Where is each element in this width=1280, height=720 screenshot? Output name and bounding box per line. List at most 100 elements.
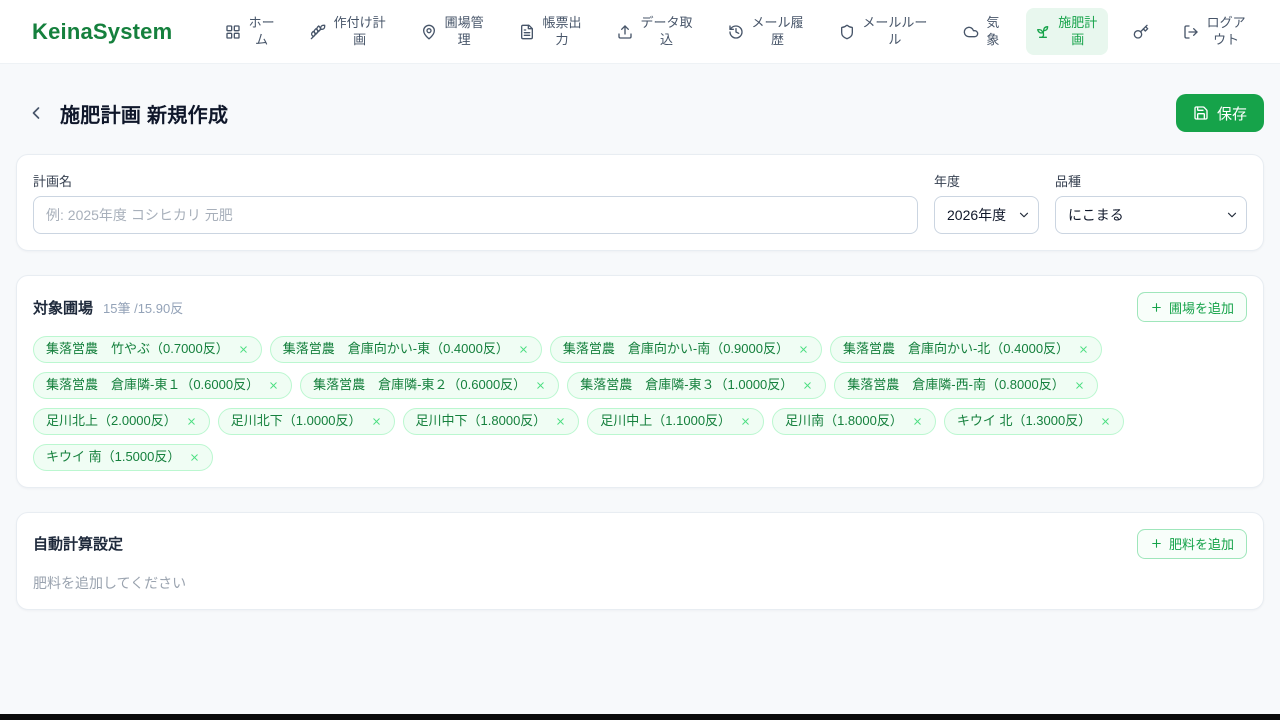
- sprout-icon: [1035, 24, 1051, 40]
- field-tag-label: 集落営農 倉庫隣-東３（1.0000反）: [580, 376, 794, 392]
- field-tag-label: 集落営農 竹やぶ（0.7000反）: [46, 341, 229, 356]
- field-tag-label: 足川中上（1.1000反）: [600, 412, 732, 428]
- target-fields-summary: 15筆 /15.90反: [103, 300, 184, 316]
- remove-field-icon[interactable]: [186, 416, 197, 427]
- remove-field-icon[interactable]: [740, 416, 751, 427]
- field-tag-label: 集落営農 倉庫隣-東１（0.6000反）: [46, 376, 260, 392]
- field-tag: 足川南（1.8000反）: [772, 407, 936, 435]
- add-field-button[interactable]: 圃場を追加: [1136, 292, 1247, 322]
- auto-calc-title: 自動計算設定: [33, 536, 124, 554]
- plan-name-input[interactable]: [33, 196, 918, 234]
- field-tag-label: 集落営農 倉庫向かい-北（0.4000反）: [842, 341, 1070, 356]
- remove-field-icon[interactable]: [238, 344, 249, 355]
- nav-item-weather[interactable]: 気象: [954, 8, 1010, 55]
- wheat-icon: [310, 24, 326, 40]
- nav-item-label: ホーム: [248, 15, 275, 47]
- field-tag: 集落営農 倉庫向かい-東（0.4000反）: [269, 336, 542, 363]
- save-button-label: 保存: [1216, 105, 1247, 123]
- auto-calc-empty-message: 肥料を追加してください: [33, 574, 187, 591]
- back-chevron-icon[interactable]: [26, 103, 46, 123]
- variety-select[interactable]: にこまる: [1055, 196, 1247, 234]
- nav-item-data-import[interactable]: データ取込: [608, 8, 703, 55]
- field-tag-label: キウイ 南（1.5000反）: [46, 448, 181, 464]
- remove-field-icon[interactable]: [912, 416, 923, 427]
- field-tag-label: 集落営農 倉庫隣-西-南（0.8000反）: [847, 376, 1065, 392]
- nav-item-label: 圃場管理: [444, 15, 484, 47]
- upload-icon: [617, 24, 633, 40]
- key-icon: [1133, 24, 1149, 40]
- target-fields-card: 対象圃場 15筆 /15.90反 圃場を追加 集落営農 竹やぶ（0.7000反）…: [16, 275, 1264, 488]
- field-tag: 集落営農 竹やぶ（0.7000反）: [33, 336, 262, 363]
- field-tag-label: 集落営農 倉庫向かい-東（0.4000反）: [282, 341, 509, 356]
- auto-calc-card: 自動計算設定 肥料を追加 肥料を追加してください: [16, 511, 1264, 610]
- add-fertilizer-button-label: 肥料を追加: [1168, 537, 1234, 553]
- field-tag: キウイ 南（1.5000反）: [33, 443, 214, 471]
- nav-item-fertilizer-plan[interactable]: 施肥計画: [1026, 8, 1108, 55]
- remove-field-icon[interactable]: [798, 344, 809, 355]
- field-tag-label: 集落営農 倉庫隣-東２（0.6000反）: [313, 376, 527, 392]
- remove-field-icon[interactable]: [1078, 344, 1089, 355]
- save-button[interactable]: 保存: [1175, 94, 1264, 132]
- field-tag-label: 足川北下（1.0000反）: [230, 412, 362, 428]
- variety-label: 品種: [1055, 174, 1082, 189]
- page-title: 施肥計画 新規作成: [60, 104, 229, 127]
- field-tag-label: 足川中下（1.8000反）: [415, 412, 547, 428]
- field-tag-label: 足川南（1.8000反）: [785, 412, 903, 428]
- nav-item-label: データ取込: [640, 15, 693, 47]
- map-pin-icon: [421, 24, 437, 40]
- page-header: 施肥計画 新規作成 保存: [16, 94, 1264, 132]
- field-tag: 足川北下（1.0000反）: [217, 407, 395, 435]
- logout-icon: [1183, 24, 1199, 40]
- history-icon: [728, 24, 744, 40]
- remove-field-icon[interactable]: [371, 416, 382, 427]
- nav-item-label: 帳票出力: [542, 15, 582, 47]
- field-tag-list: 集落営農 竹やぶ（0.7000反） 集落営農 倉庫向かい-東（0.4000反） …: [33, 336, 1247, 471]
- field-tag-label: 足川北上（2.0000反）: [46, 412, 177, 428]
- plan-name-label: 計画名: [33, 174, 73, 189]
- nav-item-planting-plan[interactable]: 作付け計画: [301, 8, 396, 55]
- remove-field-icon[interactable]: [189, 452, 200, 463]
- remove-field-icon[interactable]: [268, 380, 279, 391]
- remove-field-icon[interactable]: [1100, 416, 1111, 427]
- remove-field-icon[interactable]: [802, 380, 813, 391]
- nav-item-label: 施肥計画: [1058, 15, 1098, 47]
- add-field-button-label: 圃場を追加: [1168, 300, 1234, 316]
- field-tag: 集落営農 倉庫隣-東１（0.6000反）: [33, 371, 293, 399]
- field-tag: 足川北上（2.0000反）: [33, 407, 210, 435]
- nav-item-label: メール履歴: [751, 15, 804, 47]
- plus-icon: [1150, 301, 1163, 314]
- save-icon: [1193, 105, 1209, 121]
- year-select[interactable]: 2026年度: [934, 196, 1039, 234]
- target-fields-title: 対象圃場: [33, 299, 94, 317]
- nav-item-report-output[interactable]: 帳票出力: [510, 8, 592, 55]
- grid-icon: [225, 24, 241, 40]
- nav-item-mail-history[interactable]: メール履歴: [719, 8, 814, 55]
- field-tag: キウイ 北（1.3000反）: [943, 407, 1125, 435]
- remove-field-icon[interactable]: [535, 380, 546, 391]
- plan-form-card: 計画名 年度 2026年度 品種 にこまる: [16, 154, 1264, 251]
- nav-item-mail-rules[interactable]: メールルール: [830, 8, 938, 55]
- remove-field-icon[interactable]: [555, 416, 566, 427]
- nav-item-home[interactable]: ホーム: [216, 8, 285, 55]
- nav-items: ホーム 作付け計画 圃場管理 帳票出力 データ取込 メール履歴 メールルール 気…: [216, 8, 1256, 55]
- top-navigation-bar: KeinaSystem ホーム 作付け計画 圃場管理 帳票出力 データ取込 メー…: [0, 0, 1280, 64]
- nav-item-label: 作付け計画: [333, 15, 386, 47]
- field-tag-label: 集落営農 倉庫向かい-南（0.9000反）: [562, 341, 789, 356]
- plus-icon: [1150, 537, 1163, 550]
- cloud-icon: [963, 24, 979, 40]
- shield-icon: [839, 24, 855, 40]
- remove-field-icon[interactable]: [518, 344, 529, 355]
- field-tag: 集落営農 倉庫向かい-南（0.9000反）: [549, 336, 822, 363]
- nav-item-field-management[interactable]: 圃場管理: [412, 8, 494, 55]
- field-tag: 足川中下（1.8000反）: [402, 407, 580, 435]
- nav-item-logout[interactable]: ログアウト: [1174, 8, 1256, 55]
- field-tag: 集落営農 倉庫向かい-北（0.4000反）: [829, 336, 1103, 363]
- add-fertilizer-button[interactable]: 肥料を追加: [1136, 528, 1247, 559]
- remove-field-icon[interactable]: [1074, 380, 1085, 391]
- nav-item-key[interactable]: [1124, 17, 1158, 47]
- nav-item-label: メールルール: [862, 15, 928, 47]
- brand-logo: KeinaSystem: [32, 18, 173, 44]
- field-tag: 足川中上（1.1000反）: [587, 407, 765, 435]
- bottom-strip: [0, 714, 1280, 720]
- field-tag: 集落営農 倉庫隣-西-南（0.8000反）: [834, 371, 1098, 399]
